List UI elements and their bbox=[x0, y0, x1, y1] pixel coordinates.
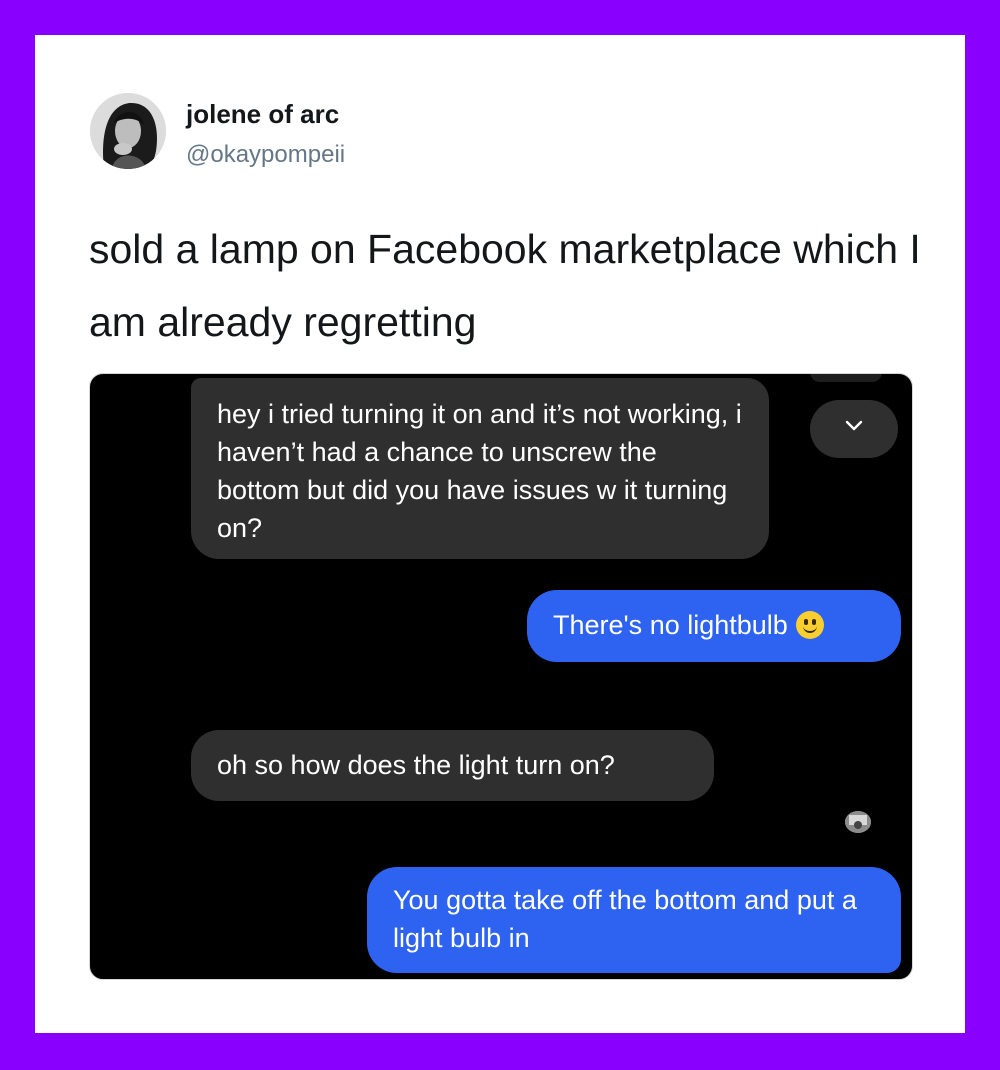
message-text: You gotta take off the bottom and put a … bbox=[393, 885, 857, 953]
user-handle[interactable]: @okaypompeii bbox=[186, 141, 345, 169]
scroll-down-button[interactable] bbox=[810, 400, 898, 458]
message-text: There's no lightbulb bbox=[553, 610, 788, 640]
incoming-message: oh so how does the light turn on? bbox=[191, 730, 714, 801]
chat-screenshot: hey i tried turning it on and it’s not w… bbox=[89, 373, 913, 980]
incoming-message: hey i tried turning it on and it’s not w… bbox=[191, 378, 769, 559]
seen-avatar-icon bbox=[845, 811, 871, 833]
outgoing-message: You gotta take off the bottom and put a … bbox=[367, 867, 901, 973]
message-text: oh so how does the light turn on? bbox=[217, 750, 615, 780]
outgoing-message: There's no lightbulb bbox=[527, 590, 901, 662]
avatar[interactable] bbox=[90, 93, 166, 169]
message-text: hey i tried turning it on and it’s not w… bbox=[217, 399, 742, 543]
profile-photo bbox=[90, 93, 166, 169]
slightly-smiling-face-icon bbox=[795, 611, 824, 639]
chevron-down-icon bbox=[845, 420, 863, 431]
tweet-card: jolene of arc @okaypompeii sold a lamp o… bbox=[35, 35, 965, 1033]
display-name[interactable]: jolene of arc bbox=[186, 99, 339, 129]
tweet-text: sold a lamp on Facebook marketplace whic… bbox=[89, 226, 921, 345]
partial-bubble bbox=[810, 374, 882, 382]
